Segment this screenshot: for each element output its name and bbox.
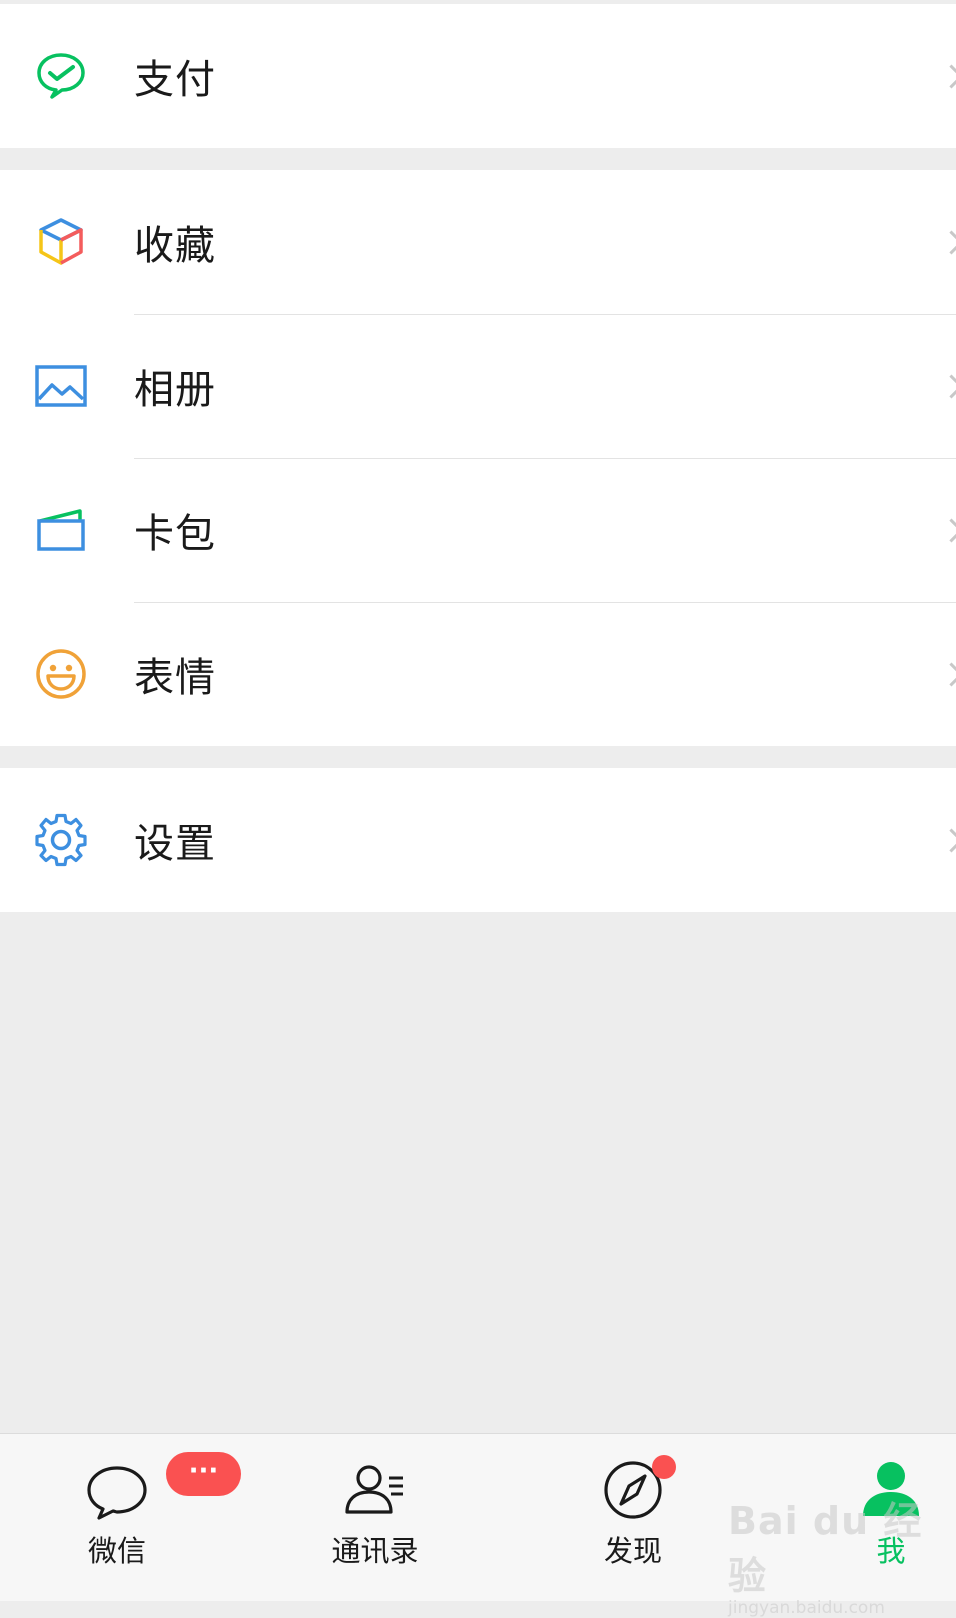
- watermark-subtext: jingyan.baidu.com: [728, 1598, 885, 1618]
- menu-group-pay: 支付: [0, 4, 956, 148]
- wechat-pay-icon: [34, 49, 88, 103]
- bottom-tab-bar: 微信 ··· 通讯录 发现 我: [0, 1433, 956, 1601]
- menu-item-pay[interactable]: 支付: [0, 4, 956, 148]
- chevron-right-icon: [939, 374, 956, 399]
- tab-label: 通讯录: [331, 1534, 419, 1568]
- menu-item-label: 卡包: [134, 511, 216, 557]
- chevron-right-icon: [939, 64, 956, 89]
- unread-badge: ···: [166, 1452, 241, 1496]
- menu-group-main: 收藏 相册 卡包 表情: [0, 170, 956, 746]
- image-icon: [34, 359, 88, 413]
- menu-item-label: 相册: [134, 367, 216, 413]
- menu-group-settings: 设置: [0, 768, 956, 912]
- menu-item-album[interactable]: 相册: [0, 314, 956, 458]
- menu-item-label: 支付: [134, 57, 216, 103]
- cube-icon: [34, 215, 88, 269]
- tab-me[interactable]: 我: [806, 1434, 956, 1601]
- menu-item-label: 设置: [134, 821, 216, 867]
- menu-item-favorites[interactable]: 收藏: [0, 170, 956, 314]
- chevron-right-icon: [939, 828, 956, 853]
- card-wallet-icon: [34, 503, 88, 557]
- notification-dot: [652, 1455, 676, 1479]
- tab-chats[interactable]: 微信 ···: [32, 1434, 241, 1601]
- tab-contacts[interactable]: 通讯录: [290, 1434, 460, 1601]
- tab-label: 发现: [603, 1534, 662, 1568]
- tab-label: 微信: [87, 1534, 146, 1568]
- chat-bubble-icon: [83, 1456, 151, 1524]
- menu-item-label: 表情: [134, 655, 216, 701]
- menu-item-label: 收藏: [134, 223, 216, 269]
- contacts-icon: [341, 1456, 409, 1524]
- chevron-right-icon: [939, 230, 956, 255]
- menu-item-cards[interactable]: 卡包: [0, 458, 956, 602]
- tab-discover[interactable]: 发现: [548, 1434, 718, 1601]
- person-icon: [857, 1456, 925, 1524]
- chevron-right-icon: [939, 662, 956, 687]
- menu-item-stickers[interactable]: 表情: [0, 602, 956, 746]
- tab-label: 我: [876, 1534, 906, 1568]
- smiley-icon: [34, 647, 88, 701]
- chevron-right-icon: [939, 518, 956, 543]
- menu-item-settings[interactable]: 设置: [0, 768, 956, 912]
- gear-icon: [34, 813, 88, 867]
